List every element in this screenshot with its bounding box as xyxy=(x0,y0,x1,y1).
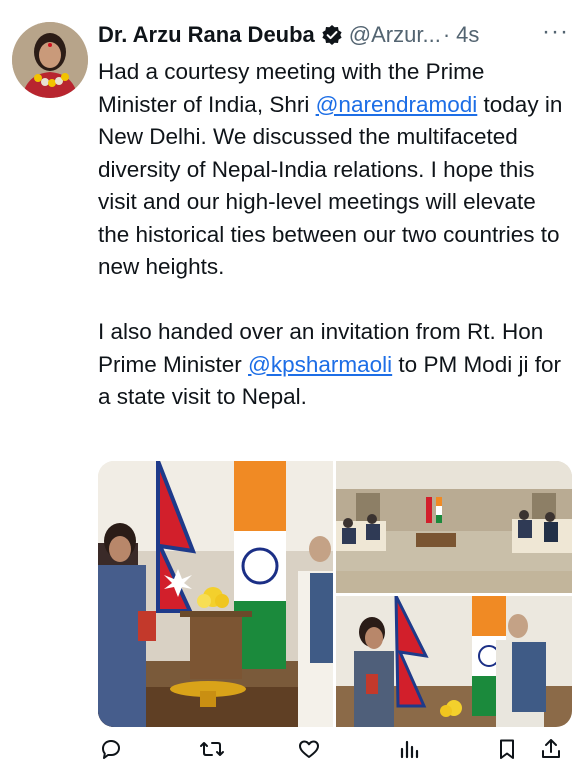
tweet-header: Dr. Arzu Rana Deuba @Arzur... · 4s xyxy=(98,18,581,52)
author-handle[interactable]: @Arzur... xyxy=(349,22,441,48)
share-icon[interactable] xyxy=(538,736,564,762)
mention-link[interactable]: @narendramodi xyxy=(316,92,478,117)
photo-delegation-room[interactable] xyxy=(336,461,572,593)
more-options-icon[interactable]: ··· xyxy=(542,18,569,46)
bar-chart-icon[interactable] xyxy=(396,736,422,762)
bookmark-icon[interactable] xyxy=(494,736,520,762)
tweet-paragraph-2: I also handed over an invitation from Rt… xyxy=(98,316,563,414)
mention-link[interactable]: @kpsharmaoli xyxy=(248,352,392,377)
heart-icon[interactable] xyxy=(296,736,322,762)
photo-meeting-flags[interactable] xyxy=(98,461,333,727)
tweet-paragraph-1: Had a courtesy meeting with the Prime Mi… xyxy=(98,56,563,284)
avatar-image xyxy=(12,22,88,98)
verified-badge-icon xyxy=(321,24,343,46)
media-grid xyxy=(98,461,572,727)
timestamp[interactable]: 4s xyxy=(456,22,479,48)
comment-icon[interactable] xyxy=(98,736,124,762)
action-bar xyxy=(98,736,572,762)
author-name[interactable]: Dr. Arzu Rana Deuba xyxy=(98,22,315,48)
separator: · xyxy=(442,22,451,47)
tweet-text: Had a courtesy meeting with the Prime Mi… xyxy=(98,56,563,414)
retweet-icon[interactable] xyxy=(198,736,226,762)
avatar[interactable] xyxy=(12,22,88,98)
text-segment: today in New Delhi. We discussed the mul… xyxy=(98,91,563,280)
photo-greeting[interactable] xyxy=(336,596,572,727)
